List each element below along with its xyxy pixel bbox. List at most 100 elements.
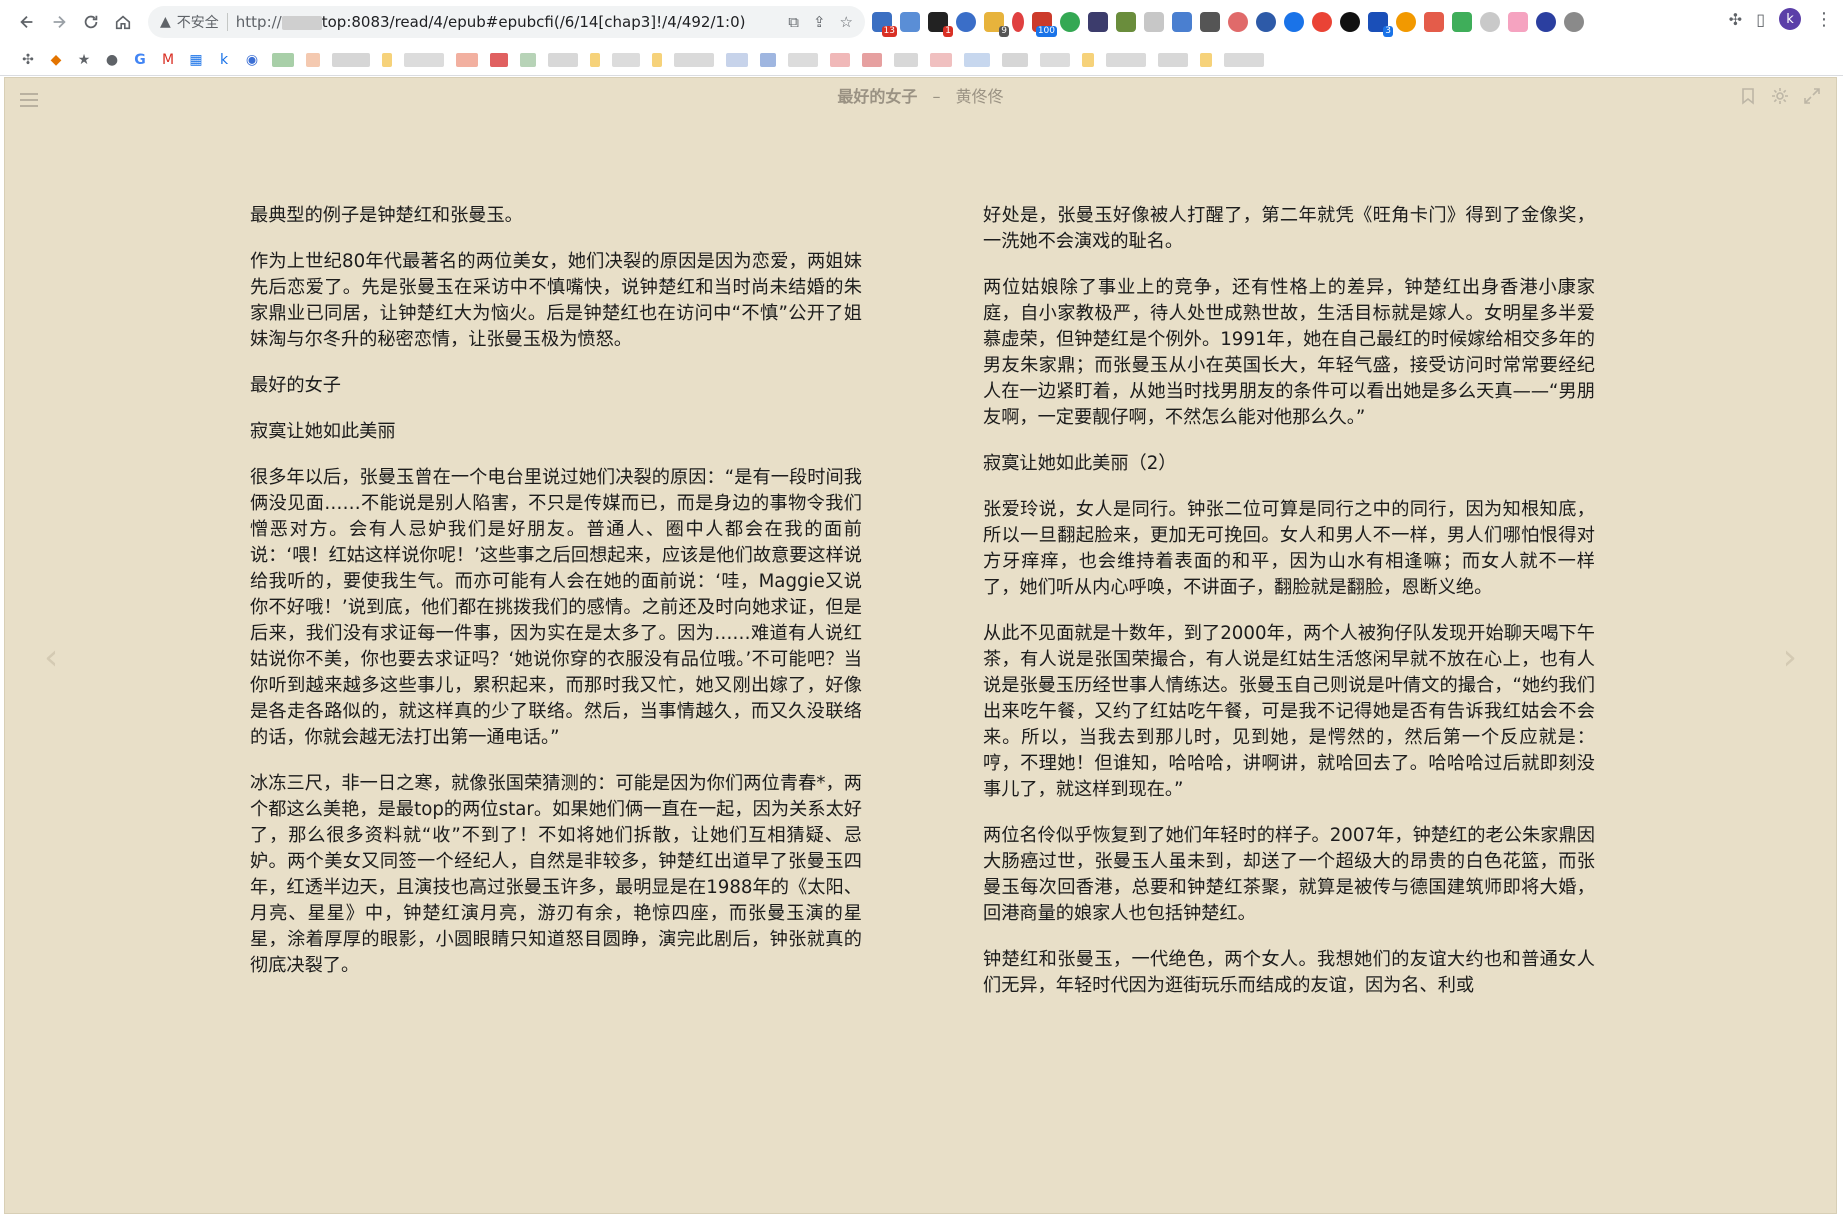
bookmark-item[interactable] [1158,52,1188,67]
bookmark-item[interactable] [456,52,478,67]
bookmark-item[interactable] [1040,52,1070,67]
extension-icon[interactable] [1452,12,1472,32]
bookmark-item[interactable] [760,52,776,67]
next-page-arrow-icon[interactable]: › [1783,637,1797,678]
bookmark-item[interactable] [382,52,392,67]
omnibox-divider [226,13,228,31]
puzzle-icon[interactable]: ✣ [20,52,36,68]
extension-icon[interactable] [1312,12,1332,32]
forward-icon[interactable] [44,7,74,37]
bookmark-item[interactable] [862,52,882,67]
warning-icon[interactable]: ▲ [160,14,171,30]
extension-icon[interactable] [1060,12,1080,32]
bookmark-favicon[interactable]: k [216,52,232,68]
bookmark-item[interactable] [788,52,818,67]
extension-icon[interactable] [1144,12,1164,32]
side-panel-icon[interactable]: ▯ [1756,10,1765,29]
paragraph: 从此不见面就是十数年，到了2000年，两个人被狗仔队发现开始聊天喝下午茶，有人说… [983,623,1595,800]
more-menu-icon[interactable]: ⋮ [1815,9,1833,30]
bookmark-item[interactable] [964,52,990,67]
bookmark-item[interactable] [674,52,714,67]
extensions-puzzle-icon[interactable]: ✣ [1729,10,1742,29]
extension-icon[interactable] [1228,12,1248,32]
title-separator: – [932,87,941,106]
extension-icon[interactable] [1396,12,1416,32]
bookmark-favicon[interactable]: ▦ [188,52,204,68]
extension-icon[interactable]: 9 [984,12,1009,37]
bookmark-item[interactable] [272,52,294,67]
extension-icon[interactable] [956,12,976,32]
bookmark-item[interactable] [1082,52,1094,67]
bookmark-item[interactable] [726,52,748,67]
profile-avatar[interactable]: k [1779,8,1801,30]
extension-icon[interactable] [1172,12,1192,32]
right-page-column: 好处是，张曼玉好像被人打醒了，第二年就凭《旺角卡门》得到了金像奖，一洗她不会演戏… [983,203,1595,1019]
bookmark-item[interactable] [1200,52,1212,67]
extension-icon[interactable] [1340,12,1360,32]
star-icon[interactable]: ★ [76,52,92,68]
circle-icon[interactable]: ● [104,52,120,68]
extension-icon[interactable] [1508,12,1528,32]
paragraph: 冰冻三尺，非一日之寒，就像张国荣猜测的：可能是因为你们两位青春*，两个都这么美艳… [250,773,862,976]
section-heading: 寂寞让她如此美丽 [250,421,396,442]
url-text[interactable]: http:// top:8083/read/4/epub#epubcfi(/6/1… [236,13,746,31]
bookmark-star-icon[interactable]: ☆ [840,13,853,31]
bookmark-item[interactable] [306,52,320,67]
paragraph: 很多年以后，张曼玉曾在一个电台里说过她们决裂的原因：“是有一段时间我俩没见面……… [250,467,862,748]
bookmark-favicon[interactable]: ◆ [48,52,64,68]
extension-icon[interactable] [1256,12,1276,32]
bookmark-item[interactable] [520,52,536,67]
extension-icon[interactable] [1424,12,1444,32]
paragraph: 钟楚红和张曼玉，一代绝色，两个女人。我想她们的友谊大约也和普通女人们无异，年轻时… [983,949,1595,996]
extension-icon[interactable] [1012,12,1024,32]
bookmark-item[interactable] [490,52,508,67]
bookmark-item[interactable] [612,52,640,67]
security-label[interactable]: 不安全 [177,12,219,32]
home-icon[interactable] [108,7,138,37]
extension-icon[interactable]: 13 [872,12,897,37]
bookmark-favicon[interactable]: ◉ [244,52,260,68]
left-page-column: 最典型的例子是钟楚红和张曼玉。 作为上世纪80年代最著名的两位美女，她们决裂的原… [250,203,862,999]
extension-icon[interactable]: 100 [1032,12,1057,37]
back-icon[interactable] [12,7,42,37]
extension-icon[interactable]: 1 [928,12,953,37]
extension-icon[interactable] [1088,12,1108,32]
prev-page-arrow-icon[interactable]: ‹ [44,637,58,678]
bookmark-item[interactable] [930,52,952,67]
paragraph: 两位名伶似乎恢复到了她们年轻时的样子。2007年，钟楚红的老公朱家鼎因大肠癌过世… [983,825,1595,924]
extension-icon[interactable] [1116,12,1136,32]
section-heading: 寂寞让她如此美丽（2） [983,453,1177,474]
extension-icon[interactable] [1200,12,1220,32]
reload-icon[interactable] [76,7,106,37]
bookmark-item[interactable] [1224,52,1264,67]
bookmark-icon[interactable] [1739,87,1757,109]
extension-icon[interactable] [1284,12,1304,32]
bookmark-item[interactable] [548,52,578,67]
extension-icon[interactable] [1480,12,1500,32]
bookmarks-bar: ✣ ◆ ★ ● G M ▦ k ◉ [0,44,1843,76]
reader-header: 最好的女子 – 黄佟佟 [4,83,1837,107]
bookmark-item[interactable] [1106,52,1146,67]
google-icon[interactable]: G [132,52,148,68]
bookmark-item[interactable] [652,52,662,67]
bookmark-item[interactable] [404,52,444,67]
share-icon[interactable]: ⇪ [813,13,826,31]
translate-icon[interactable]: ⧉ [788,13,799,31]
omnibox-actions: ⧉ ⇪ ☆ [788,6,853,38]
address-bar[interactable]: ▲ 不安全 http:// top:8083/read/4/epub#epubcf… [148,6,865,38]
extension-icon[interactable]: 3 [1368,12,1393,37]
reader-tools [1739,87,1821,109]
bookmark-item[interactable] [332,52,370,67]
extension-icon[interactable] [1536,12,1556,32]
fullscreen-icon[interactable] [1803,87,1821,109]
extension-icon[interactable] [1564,12,1584,32]
extension-icon[interactable] [900,12,920,32]
gmail-icon[interactable]: M [160,52,176,68]
settings-gear-icon[interactable] [1771,87,1789,109]
bookmark-item[interactable] [590,52,600,67]
bookmark-item[interactable] [1002,52,1028,67]
bookmark-item[interactable] [894,52,918,67]
bookmark-item[interactable] [830,52,850,67]
paragraph: 两位姑娘除了事业上的竞争，还有性格上的差异，钟楚红出身香港小康家庭，自小家教极严… [983,277,1595,428]
book-title: 最好的女子 [837,87,918,106]
